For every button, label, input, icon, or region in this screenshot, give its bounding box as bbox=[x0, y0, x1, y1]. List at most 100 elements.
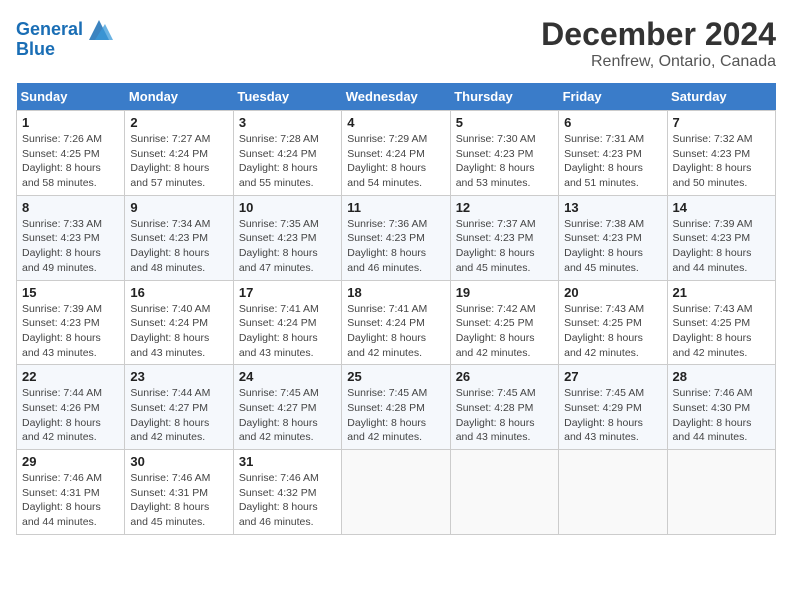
calendar-cell: 22 Sunrise: 7:44 AM Sunset: 4:26 PM Dayli… bbox=[17, 365, 125, 450]
calendar-cell: 11Sunrise: 7:36 AM Sunset: 4:23 PM Dayli… bbox=[342, 195, 450, 280]
calendar-cell: 3 Sunrise: 7:28 AM Sunset: 4:24 PM Daylig… bbox=[233, 111, 341, 196]
header-saturday: Saturday bbox=[667, 83, 775, 111]
calendar-cell: 2 Sunrise: 7:27 AM Sunset: 4:24 PM Daylig… bbox=[125, 111, 233, 196]
calendar-cell bbox=[559, 450, 667, 535]
day-info: Sunrise: 7:35 AM Sunset: 4:23 PM Dayligh… bbox=[239, 217, 336, 276]
day-info: Sunrise: 7:26 AM Sunset: 4:25 PM Dayligh… bbox=[22, 132, 119, 191]
day-info: Sunrise: 7:27 AM Sunset: 4:24 PM Dayligh… bbox=[130, 132, 227, 191]
day-number: 24 bbox=[239, 369, 336, 384]
calendar-cell: 29 Sunrise: 7:46 AM Sunset: 4:31 PM Dayli… bbox=[17, 450, 125, 535]
day-number: 29 bbox=[22, 454, 119, 469]
calendar-cell bbox=[667, 450, 775, 535]
calendar-cell: 13 Sunrise: 7:38 AM Sunset: 4:23 PM Dayli… bbox=[559, 195, 667, 280]
day-number: 30 bbox=[130, 454, 227, 469]
page-subtitle: Renfrew, Ontario, Canada bbox=[541, 53, 776, 71]
day-number: 22 bbox=[22, 369, 119, 384]
calendar-cell: 7 Sunrise: 7:32 AM Sunset: 4:23 PM Daylig… bbox=[667, 111, 775, 196]
day-info: Sunrise: 7:45 AM Sunset: 4:27 PM Dayligh… bbox=[239, 386, 336, 445]
calendar-week-3: 15 Sunrise: 7:39 AM Sunset: 4:23 PM Dayli… bbox=[17, 280, 776, 365]
calendar-cell bbox=[342, 450, 450, 535]
calendar-cell: 5Sunrise: 7:30 AM Sunset: 4:23 PM Daylig… bbox=[450, 111, 558, 196]
header-tuesday: Tuesday bbox=[233, 83, 341, 111]
day-number: 28 bbox=[673, 369, 770, 384]
day-info: Sunrise: 7:39 AM Sunset: 4:23 PM Dayligh… bbox=[673, 217, 770, 276]
day-info: Sunrise: 7:34 AM Sunset: 4:23 PM Dayligh… bbox=[130, 217, 227, 276]
day-number: 2 bbox=[130, 115, 227, 130]
day-number: 25 bbox=[347, 369, 444, 384]
day-info: Sunrise: 7:39 AM Sunset: 4:23 PM Dayligh… bbox=[22, 302, 119, 361]
day-info: Sunrise: 7:37 AM Sunset: 4:23 PM Dayligh… bbox=[456, 217, 553, 276]
day-number: 15 bbox=[22, 285, 119, 300]
day-number: 6 bbox=[564, 115, 661, 130]
day-number: 16 bbox=[130, 285, 227, 300]
logo-icon bbox=[85, 16, 113, 44]
day-info: Sunrise: 7:44 AM Sunset: 4:26 PM Dayligh… bbox=[22, 386, 119, 445]
calendar-header-row: SundayMondayTuesdayWednesdayThursdayFrid… bbox=[17, 83, 776, 111]
calendar-cell: 19Sunrise: 7:42 AM Sunset: 4:25 PM Dayli… bbox=[450, 280, 558, 365]
day-info: Sunrise: 7:32 AM Sunset: 4:23 PM Dayligh… bbox=[673, 132, 770, 191]
day-info: Sunrise: 7:46 AM Sunset: 4:31 PM Dayligh… bbox=[22, 471, 119, 530]
day-number: 8 bbox=[22, 200, 119, 215]
day-number: 9 bbox=[130, 200, 227, 215]
calendar-cell: 16 Sunrise: 7:40 AM Sunset: 4:24 PM Dayli… bbox=[125, 280, 233, 365]
day-info: Sunrise: 7:40 AM Sunset: 4:24 PM Dayligh… bbox=[130, 302, 227, 361]
calendar-week-5: 29 Sunrise: 7:46 AM Sunset: 4:31 PM Dayli… bbox=[17, 450, 776, 535]
day-info: Sunrise: 7:29 AM Sunset: 4:24 PM Dayligh… bbox=[347, 132, 444, 191]
calendar-week-1: 1 Sunrise: 7:26 AM Sunset: 4:25 PM Daylig… bbox=[17, 111, 776, 196]
header-wednesday: Wednesday bbox=[342, 83, 450, 111]
calendar-cell: 8 Sunrise: 7:33 AM Sunset: 4:23 PM Daylig… bbox=[17, 195, 125, 280]
calendar-cell: 31 Sunrise: 7:46 AM Sunset: 4:32 PM Dayli… bbox=[233, 450, 341, 535]
calendar-cell: 30 Sunrise: 7:46 AM Sunset: 4:31 PM Dayli… bbox=[125, 450, 233, 535]
day-number: 31 bbox=[239, 454, 336, 469]
header-sunday: Sunday bbox=[17, 83, 125, 111]
calendar-cell bbox=[450, 450, 558, 535]
day-info: Sunrise: 7:45 AM Sunset: 4:28 PM Dayligh… bbox=[347, 386, 444, 445]
day-number: 23 bbox=[130, 369, 227, 384]
calendar-cell: 20 Sunrise: 7:43 AM Sunset: 4:25 PM Dayli… bbox=[559, 280, 667, 365]
day-info: Sunrise: 7:46 AM Sunset: 4:32 PM Dayligh… bbox=[239, 471, 336, 530]
day-number: 27 bbox=[564, 369, 661, 384]
calendar-cell: 6 Sunrise: 7:31 AM Sunset: 4:23 PM Daylig… bbox=[559, 111, 667, 196]
day-number: 17 bbox=[239, 285, 336, 300]
day-info: Sunrise: 7:38 AM Sunset: 4:23 PM Dayligh… bbox=[564, 217, 661, 276]
day-info: Sunrise: 7:31 AM Sunset: 4:23 PM Dayligh… bbox=[564, 132, 661, 191]
calendar-cell: 9 Sunrise: 7:34 AM Sunset: 4:23 PM Daylig… bbox=[125, 195, 233, 280]
calendar-cell: 12Sunrise: 7:37 AM Sunset: 4:23 PM Dayli… bbox=[450, 195, 558, 280]
day-info: Sunrise: 7:30 AM Sunset: 4:23 PM Dayligh… bbox=[456, 132, 553, 191]
calendar-cell: 24 Sunrise: 7:45 AM Sunset: 4:27 PM Dayli… bbox=[233, 365, 341, 450]
calendar-cell: 28 Sunrise: 7:46 AM Sunset: 4:30 PM Dayli… bbox=[667, 365, 775, 450]
day-number: 13 bbox=[564, 200, 661, 215]
calendar-cell: 21Sunrise: 7:43 AM Sunset: 4:25 PM Dayli… bbox=[667, 280, 775, 365]
day-info: Sunrise: 7:43 AM Sunset: 4:25 PM Dayligh… bbox=[564, 302, 661, 361]
day-number: 20 bbox=[564, 285, 661, 300]
calendar-cell: 18Sunrise: 7:41 AM Sunset: 4:24 PM Dayli… bbox=[342, 280, 450, 365]
title-block: December 2024 Renfrew, Ontario, Canada bbox=[541, 16, 776, 71]
calendar-cell: 1 Sunrise: 7:26 AM Sunset: 4:25 PM Daylig… bbox=[17, 111, 125, 196]
header-friday: Friday bbox=[559, 83, 667, 111]
calendar-cell: 26 Sunrise: 7:45 AM Sunset: 4:28 PM Dayli… bbox=[450, 365, 558, 450]
day-info: Sunrise: 7:28 AM Sunset: 4:24 PM Dayligh… bbox=[239, 132, 336, 191]
day-info: Sunrise: 7:46 AM Sunset: 4:31 PM Dayligh… bbox=[130, 471, 227, 530]
day-number: 1 bbox=[22, 115, 119, 130]
day-number: 18 bbox=[347, 285, 444, 300]
day-number: 4 bbox=[347, 115, 444, 130]
calendar-cell: 23Sunrise: 7:44 AM Sunset: 4:27 PM Dayli… bbox=[125, 365, 233, 450]
day-info: Sunrise: 7:43 AM Sunset: 4:25 PM Dayligh… bbox=[673, 302, 770, 361]
day-number: 7 bbox=[673, 115, 770, 130]
calendar-cell: 15 Sunrise: 7:39 AM Sunset: 4:23 PM Dayli… bbox=[17, 280, 125, 365]
day-number: 19 bbox=[456, 285, 553, 300]
calendar-cell: 14 Sunrise: 7:39 AM Sunset: 4:23 PM Dayli… bbox=[667, 195, 775, 280]
day-info: Sunrise: 7:41 AM Sunset: 4:24 PM Dayligh… bbox=[239, 302, 336, 361]
page-title: December 2024 bbox=[541, 16, 776, 53]
calendar-week-2: 8 Sunrise: 7:33 AM Sunset: 4:23 PM Daylig… bbox=[17, 195, 776, 280]
logo-text: General bbox=[16, 20, 83, 40]
day-number: 26 bbox=[456, 369, 553, 384]
header-thursday: Thursday bbox=[450, 83, 558, 111]
day-info: Sunrise: 7:45 AM Sunset: 4:28 PM Dayligh… bbox=[456, 386, 553, 445]
day-number: 14 bbox=[673, 200, 770, 215]
day-info: Sunrise: 7:33 AM Sunset: 4:23 PM Dayligh… bbox=[22, 217, 119, 276]
day-info: Sunrise: 7:46 AM Sunset: 4:30 PM Dayligh… bbox=[673, 386, 770, 445]
calendar-cell: 10Sunrise: 7:35 AM Sunset: 4:23 PM Dayli… bbox=[233, 195, 341, 280]
day-number: 3 bbox=[239, 115, 336, 130]
calendar-cell: 27Sunrise: 7:45 AM Sunset: 4:29 PM Dayli… bbox=[559, 365, 667, 450]
